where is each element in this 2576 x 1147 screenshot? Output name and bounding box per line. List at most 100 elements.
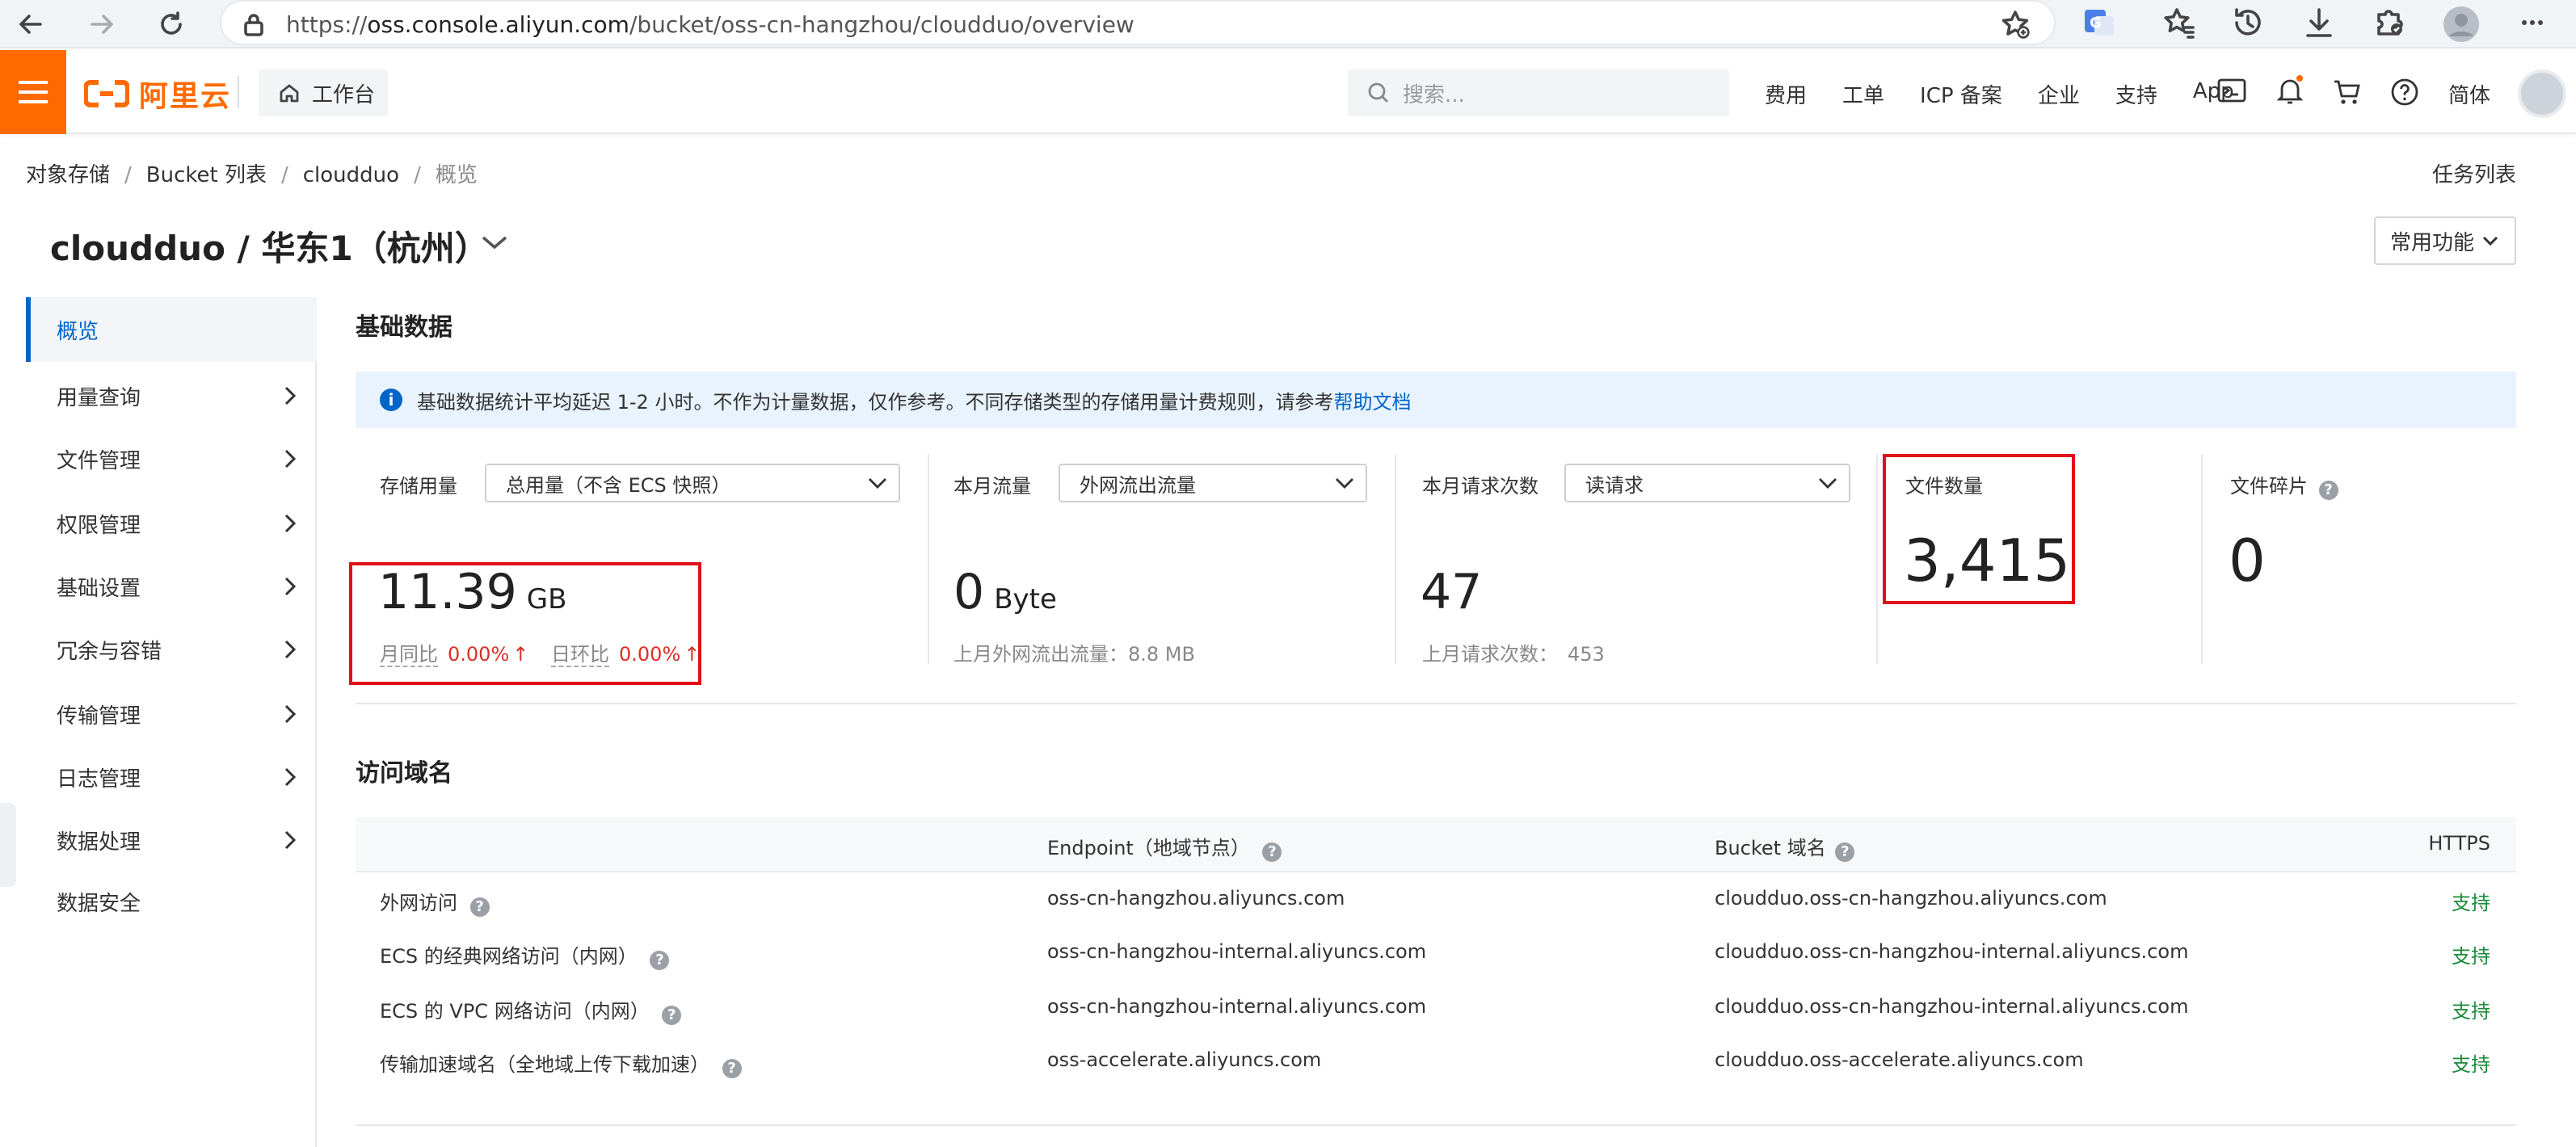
sidebar-item-data-security[interactable]: 数据安全 bbox=[26, 869, 317, 934]
sidebar-item-basic-settings[interactable]: 基础设置 bbox=[26, 554, 317, 619]
extensions-icon[interactable] bbox=[2371, 5, 2406, 40]
question-icon[interactable]: ? bbox=[2318, 481, 2338, 500]
requests-label: 本月请求次数 bbox=[1422, 475, 1538, 498]
terminal-icon[interactable] bbox=[2217, 78, 2246, 103]
more-menu-icon[interactable] bbox=[2518, 10, 2544, 36]
cart-icon[interactable] bbox=[2332, 78, 2361, 107]
endpoint-cell: oss-cn-hangzhou.aliyuncs.com bbox=[1047, 887, 1345, 910]
question-icon[interactable]: ? bbox=[1835, 842, 1855, 862]
sidebar-item-overview[interactable]: 概览 bbox=[26, 297, 317, 362]
requests-value: 47 bbox=[1421, 564, 1483, 620]
breadcrumb: 对象存储 / Bucket 列表 / cloudduo / 概览 bbox=[26, 158, 478, 188]
help-doc-link[interactable]: 帮助文档 bbox=[1333, 386, 1411, 414]
bell-icon[interactable] bbox=[2275, 74, 2305, 107]
card-divider bbox=[1395, 454, 1396, 664]
page-title: cloudduo / 华东1（杭州） bbox=[50, 229, 489, 268]
nav-link-support[interactable]: 支持 bbox=[2115, 79, 2157, 109]
card-divider bbox=[2201, 454, 2203, 664]
search-icon bbox=[1368, 82, 1388, 103]
chevron-right-icon bbox=[284, 830, 297, 850]
reload-button[interactable] bbox=[152, 5, 191, 44]
chevron-right-icon bbox=[284, 577, 297, 596]
question-icon[interactable]: ? bbox=[650, 951, 670, 970]
table-row: 外网访问 ? oss-cn-hangzhou.aliyuncs.com clou… bbox=[356, 872, 2516, 926]
language-switch[interactable]: 简体 bbox=[2448, 79, 2526, 109]
breadcrumb-bucket[interactable]: cloudduo bbox=[303, 163, 399, 187]
bookmark-star-icon[interactable] bbox=[1999, 8, 2031, 40]
https-cell: 支持 bbox=[2452, 945, 2490, 968]
table-bottom-border bbox=[356, 1124, 2516, 1126]
sidebar-item-file-management[interactable]: 文件管理 bbox=[26, 426, 317, 491]
profile-icon[interactable] bbox=[2442, 5, 2481, 44]
sidebar-item-logs[interactable]: 日志管理 bbox=[26, 745, 317, 809]
breadcrumb-bucket-list[interactable]: Bucket 列表 bbox=[146, 163, 267, 187]
topnav-links: 费用 工单 ICP 备案 企业 支持 App bbox=[1765, 79, 2270, 109]
chevron-down-icon bbox=[869, 478, 886, 489]
question-icon[interactable]: ? bbox=[1262, 842, 1282, 862]
forward-button[interactable] bbox=[82, 5, 121, 44]
traffic-type-select[interactable]: 外网流出流量 bbox=[1059, 464, 1367, 502]
sidebar-collapse-handle[interactable] bbox=[0, 803, 16, 887]
question-icon[interactable]: ? bbox=[469, 897, 490, 917]
sidebar-item-permissions[interactable]: 权限管理 bbox=[26, 491, 317, 556]
table-row: ECS 的经典网络访问（内网） ? oss-cn-hangzhou-intern… bbox=[356, 926, 2516, 979]
workbench-button[interactable]: 工作台 bbox=[259, 69, 388, 116]
url-text: https://oss.console.aliyun.com/bucket/os… bbox=[286, 11, 1134, 38]
request-type-select[interactable]: 读请求 bbox=[1564, 464, 1850, 502]
url-host: oss.console.aliyun.com bbox=[367, 11, 629, 38]
bucket-domain-cell: cloudduo.oss-cn-hangzhou-internal.aliyun… bbox=[1715, 940, 2189, 963]
access-type-name: 外网访问 bbox=[380, 892, 457, 914]
card-divider bbox=[928, 454, 929, 664]
domains-title: 访问域名 bbox=[356, 759, 452, 788]
history-icon[interactable] bbox=[2230, 5, 2266, 40]
language-label: 简体 bbox=[2448, 84, 2491, 108]
console-topnav: 阿里云 工作台 搜索... 费用 工单 ICP 备案 企业 支持 App 简体 bbox=[0, 50, 2576, 134]
reload-icon bbox=[161, 11, 182, 35]
storage-label: 存储用量 bbox=[380, 475, 457, 498]
sidebar-item-data-processing[interactable]: 数据处理 bbox=[26, 808, 317, 872]
fragments-label-text: 文件碎片 bbox=[2230, 475, 2308, 498]
nav-link-billing[interactable]: 费用 bbox=[1765, 79, 1807, 109]
sidebar-item-redundancy[interactable]: 冗余与容错 bbox=[26, 617, 317, 682]
last-month-requests-value: 453 bbox=[1568, 643, 1605, 666]
question-icon[interactable]: ? bbox=[722, 1059, 742, 1078]
sidebar-item-usage-query[interactable]: 用量查询 bbox=[26, 363, 317, 428]
https-cell: 支持 bbox=[2452, 892, 2490, 914]
sidebar-item-transfer[interactable]: 传输管理 bbox=[26, 682, 317, 746]
storage-type-select[interactable]: 总用量（不含 ECS 快照） bbox=[485, 464, 900, 502]
nav-link-enterprise[interactable]: 企业 bbox=[2038, 79, 2080, 109]
endpoint-header-text: Endpoint（地域节点） bbox=[1047, 837, 1250, 859]
url-scheme: https:// bbox=[286, 11, 368, 38]
sidebar-item-label: 冗余与容错 bbox=[57, 639, 162, 664]
translate-extension-icon[interactable]: G bbox=[2081, 5, 2117, 40]
chevron-down-icon bbox=[1336, 478, 1353, 489]
search-input[interactable]: 搜索... bbox=[1348, 69, 1729, 116]
chevron-right-icon bbox=[284, 449, 297, 468]
sidebar-item-label: 日志管理 bbox=[57, 767, 141, 792]
nav-link-tickets[interactable]: 工单 bbox=[1842, 79, 1884, 109]
breadcrumb-oss[interactable]: 对象存储 bbox=[26, 163, 110, 187]
help-icon[interactable] bbox=[2390, 78, 2419, 107]
favorites-icon[interactable] bbox=[2161, 5, 2196, 40]
traffic-value: 0 Byte bbox=[953, 564, 1057, 620]
section-divider bbox=[356, 703, 2516, 704]
task-list-link[interactable]: 任务列表 bbox=[2432, 158, 2516, 188]
bucket-domain-header: Bucket 域名 ? bbox=[1715, 832, 1855, 862]
avatar[interactable] bbox=[2518, 69, 2566, 118]
nav-link-icp[interactable]: ICP 备案 bbox=[1920, 79, 2002, 109]
sidebar-item-label: 基础设置 bbox=[57, 576, 141, 601]
workbench-label: 工作台 bbox=[312, 82, 376, 107]
back-button[interactable] bbox=[11, 5, 50, 44]
download-icon[interactable] bbox=[2301, 5, 2337, 40]
endpoint-cell: oss-cn-hangzhou-internal.aliyuncs.com bbox=[1047, 995, 1427, 1018]
logo-text: 阿里云 bbox=[139, 80, 232, 113]
last-month-traffic: 上月外网流出流量：8.8 MB bbox=[953, 643, 1195, 666]
bucket-switch-chevron-icon[interactable] bbox=[478, 229, 511, 255]
hamburger-menu-button[interactable] bbox=[0, 50, 66, 134]
hamburger-icon bbox=[19, 81, 48, 103]
address-bar[interactable]: https://oss.console.aliyun.com/bucket/os… bbox=[220, 0, 2056, 45]
common-functions-dropdown[interactable]: 常用功能 bbox=[2374, 216, 2516, 265]
question-icon[interactable]: ? bbox=[662, 1006, 682, 1025]
aliyun-logo[interactable]: 阿里云 bbox=[84, 73, 231, 115]
chevron-right-icon bbox=[284, 514, 297, 533]
